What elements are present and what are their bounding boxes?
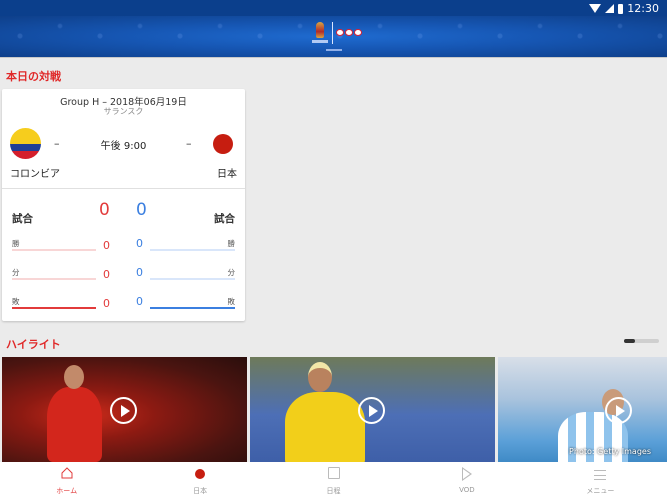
match-card[interactable]: Group H – 2018年06月19日 サランスク – 午後 9:00 – … bbox=[2, 89, 245, 321]
home-icon bbox=[61, 467, 73, 479]
nav-schedule[interactable]: 日程 bbox=[267, 462, 400, 500]
highlight-video-3[interactable]: Photo: Getty Images bbox=[498, 357, 667, 462]
nav-japan-label: 日本 bbox=[193, 487, 208, 495]
away-draw-bar bbox=[150, 278, 235, 280]
kickoff-time: 午後 9:00 bbox=[100, 141, 147, 152]
highlight-video-2[interactable] bbox=[250, 357, 495, 462]
home-win-bar bbox=[12, 249, 96, 251]
menu-icon bbox=[594, 470, 607, 480]
nav-menu-label: メニュー bbox=[586, 487, 615, 495]
divider bbox=[2, 188, 245, 189]
play-outline-icon bbox=[461, 467, 472, 481]
nav-vod-label: VOD bbox=[459, 486, 475, 494]
play-icon[interactable] bbox=[110, 397, 137, 424]
away-draw-count: 0 bbox=[136, 266, 143, 279]
home-win-label: 勝 bbox=[12, 239, 20, 248]
battery-icon bbox=[618, 3, 624, 14]
wifi-icon bbox=[589, 4, 602, 13]
spain-player-image bbox=[47, 387, 102, 462]
nhk-logo-icon bbox=[336, 29, 362, 36]
signal-icon bbox=[605, 4, 615, 13]
status-bar: 12:30 bbox=[0, 0, 667, 16]
home-draw-label: 分 bbox=[12, 268, 20, 277]
highlight-video-1[interactable] bbox=[2, 357, 247, 462]
nav-japan[interactable]: 日本 bbox=[133, 462, 266, 500]
away-loss-count: 0 bbox=[136, 295, 143, 308]
app-logo[interactable] bbox=[312, 20, 362, 52]
away-matches-count: 0 bbox=[136, 200, 147, 220]
away-draw-label: 分 bbox=[227, 268, 236, 277]
home-loss-bar bbox=[12, 307, 96, 309]
home-draw-count: 0 bbox=[103, 268, 110, 281]
away-loss-bar bbox=[150, 307, 235, 309]
calendar-icon bbox=[327, 467, 340, 479]
japan-flag-icon bbox=[213, 134, 233, 154]
nav-home-label: ホーム bbox=[56, 487, 78, 495]
photo-credit: Photo: Getty Images bbox=[569, 447, 651, 456]
nav-schedule-label: 日程 bbox=[326, 487, 341, 495]
away-win-bar bbox=[150, 249, 235, 251]
pager-indicator-active bbox=[624, 339, 635, 343]
clock: 12:30 bbox=[627, 2, 659, 15]
play-icon[interactable] bbox=[358, 397, 385, 424]
home-team-name: コロンビア bbox=[10, 169, 60, 180]
away-loss-label: 敗 bbox=[227, 297, 236, 306]
highlights-title: ハイライト bbox=[6, 338, 61, 351]
match-venue: サランスク bbox=[103, 107, 144, 116]
home-draw-bar bbox=[12, 278, 96, 280]
bottom-nav: ホーム 日本 日程 VOD メニュー bbox=[0, 462, 667, 500]
brazil-player-image bbox=[285, 392, 365, 462]
away-score: – bbox=[186, 137, 192, 150]
nav-vod[interactable]: VOD bbox=[400, 462, 533, 500]
nav-menu[interactable]: メニュー bbox=[534, 462, 667, 500]
play-icon[interactable] bbox=[605, 397, 632, 424]
today-match-title: 本日の対戦 bbox=[6, 70, 61, 83]
away-win-label: 勝 bbox=[227, 239, 236, 248]
home-matches-label: 試合 bbox=[12, 213, 33, 225]
trophy-icon bbox=[316, 22, 324, 38]
away-team-name: 日本 bbox=[217, 169, 237, 180]
nav-home[interactable]: ホーム bbox=[0, 462, 133, 500]
app-header bbox=[0, 16, 667, 58]
away-matches-label: 試合 bbox=[214, 213, 235, 225]
highlights-pager[interactable] bbox=[624, 339, 659, 343]
home-loss-count: 0 bbox=[103, 297, 110, 310]
home-matches-count: 0 bbox=[99, 200, 110, 220]
home-loss-label: 敗 bbox=[12, 297, 20, 306]
away-win-count: 0 bbox=[136, 237, 143, 250]
japan-dot-icon bbox=[195, 469, 206, 479]
home-win-count: 0 bbox=[103, 239, 110, 252]
